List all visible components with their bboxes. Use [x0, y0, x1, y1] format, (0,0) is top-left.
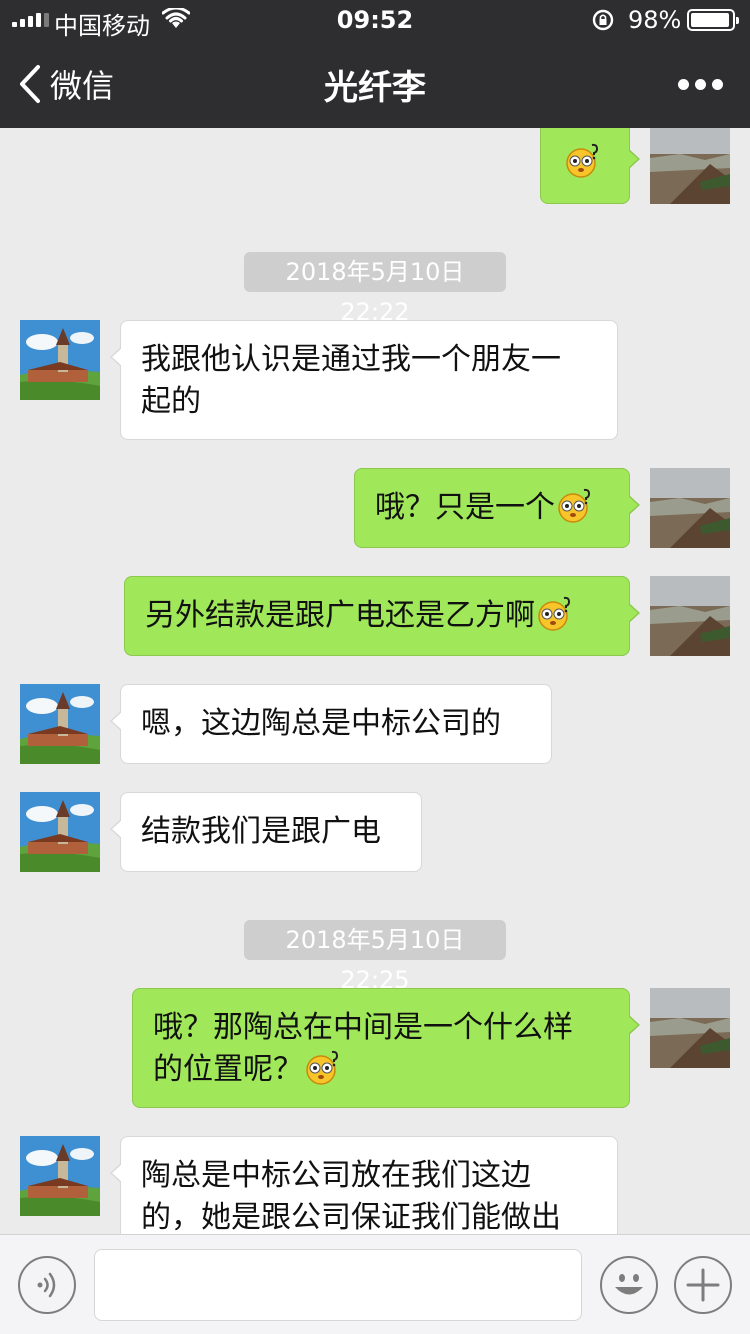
battery-percentage: 98% [628, 6, 682, 34]
message-bubble-sent[interactable] [540, 128, 640, 204]
message-bubble-sent[interactable]: 哦？那陶总在中间是一个什么样 的位置呢？ [132, 988, 640, 1108]
message-text-line: 起的 [141, 384, 201, 419]
message-timestamp: 2018年5月10日 22:25 [244, 920, 506, 994]
top-bar: 中国移动 09:52 98% 微信 光纤李 [0, 0, 750, 128]
contact-avatar[interactable] [20, 1136, 100, 1216]
avatar-church-image [20, 1136, 100, 1216]
more-dot [712, 78, 723, 90]
dizzy-face-emoji [306, 1050, 339, 1085]
message-text-line: 另外结款是跟广电还是乙方啊 [145, 598, 535, 633]
status-bar: 中国移动 09:52 98% [0, 0, 750, 40]
avatar-landscape-image [650, 128, 730, 204]
more-dot [695, 78, 706, 90]
avatar-church-image [20, 320, 100, 400]
message-text-line: 嗯，这边陶总是中标公司的 [141, 706, 501, 741]
contact-avatar[interactable] [20, 320, 100, 400]
dizzy-face-emoji [538, 596, 571, 631]
avatar-church-image [20, 684, 100, 764]
contact-avatar[interactable] [20, 684, 100, 764]
smiley-icon [615, 1274, 643, 1295]
message-bubble-received[interactable]: 陶总是中标公司放在我们这边 的，她是跟公司保证我们能做出 [110, 1136, 618, 1234]
voice-icon [37, 1272, 56, 1298]
message-bubble-received[interactable]: 结款我们是跟广电 [110, 792, 422, 872]
dizzy-face-emoji [566, 143, 599, 178]
message-bubble-sent[interactable]: 另外结款是跟广电还是乙方啊 [124, 576, 640, 656]
plus-button[interactable] [674, 1256, 732, 1314]
message-bubble-sent[interactable]: 哦？只是一个 [354, 468, 640, 548]
avatar-church-image [20, 792, 100, 872]
chat-area[interactable]: 2018年5月10日 22:22 我跟他认识是通过我一个朋友一 起的 哦？只是一… [0, 128, 750, 1234]
voice-button[interactable] [18, 1256, 76, 1314]
message-bubble-received[interactable]: 我跟他认识是通过我一个朋友一 起的 [110, 320, 618, 440]
message-text-line: 哦？那陶总在中间是一个什么样 [153, 1010, 573, 1045]
message-bubble-received[interactable]: 嗯，这边陶总是中标公司的 [110, 684, 552, 764]
my-avatar[interactable] [650, 128, 730, 204]
battery-icon [687, 9, 739, 31]
message-timestamp: 2018年5月10日 22:22 [244, 252, 506, 326]
my-avatar[interactable] [650, 988, 730, 1068]
avatar-landscape-image [650, 988, 730, 1068]
contact-avatar[interactable] [20, 792, 100, 872]
message-text-line: 的位置呢？ [153, 1052, 303, 1087]
emoji-button[interactable] [600, 1256, 658, 1314]
message-text-line: 的，她是跟公司保证我们能做出 [141, 1200, 561, 1234]
message-text-line: 哦？只是一个 [375, 490, 555, 525]
message-text-line: 陶总是中标公司放在我们这边 [141, 1158, 531, 1193]
my-avatar[interactable] [650, 576, 730, 656]
message-text-line: 我跟他认识是通过我一个朋友一 [141, 342, 561, 377]
more-dots-icon [678, 78, 689, 90]
avatar-landscape-image [650, 576, 730, 656]
message-input[interactable] [94, 1249, 582, 1321]
my-avatar[interactable] [650, 468, 730, 548]
input-bar [0, 1234, 750, 1334]
rotation-lock-icon [592, 9, 614, 31]
chat-title: 光纤李 [324, 68, 426, 108]
message-text-line: 结款我们是跟广电 [141, 814, 381, 849]
more-button[interactable] [678, 74, 724, 94]
dizzy-face-emoji [558, 488, 591, 523]
avatar-landscape-image [650, 468, 730, 548]
plus-icon [686, 1268, 720, 1302]
